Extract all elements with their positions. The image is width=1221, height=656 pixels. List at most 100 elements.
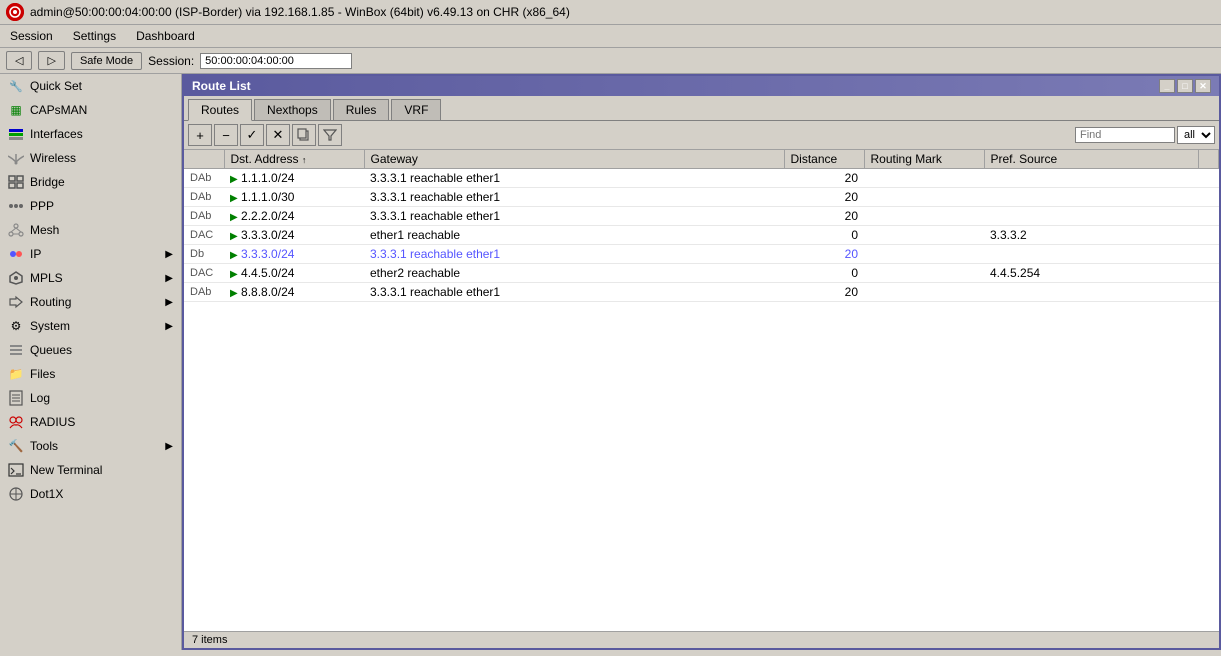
cell-flags: DAb — [184, 283, 224, 302]
cell-distance: 0 — [784, 226, 864, 245]
cell-gateway: 3.3.3.1 reachable ether1 — [364, 207, 784, 226]
add-button[interactable]: + — [188, 124, 212, 146]
bridge-icon — [8, 174, 24, 190]
col-distance[interactable]: Distance — [784, 150, 864, 169]
route-table: Dst. Address ↑ Gateway Distance Routing … — [184, 150, 1219, 631]
cell-routing-mark — [864, 226, 984, 245]
remove-button[interactable]: − — [214, 124, 238, 146]
table-row[interactable]: DAb▶ 1.1.1.0/243.3.3.1 reachable ether12… — [184, 169, 1219, 188]
cell-dst-address: ▶ 3.3.3.0/24 — [224, 226, 364, 245]
cell-dst-address: ▶ 1.1.1.0/30 — [224, 188, 364, 207]
col-routing-mark[interactable]: Routing Mark — [864, 150, 984, 169]
col-pref-source[interactable]: Pref. Source — [984, 150, 1199, 169]
cell-distance: 20 — [784, 169, 864, 188]
menu-dashboard[interactable]: Dashboard — [132, 27, 199, 45]
sidebar-item-interfaces[interactable]: Interfaces — [0, 122, 181, 146]
sidebar-item-radius[interactable]: RADIUS — [0, 410, 181, 434]
window-controls: _ □ ✕ — [1159, 79, 1211, 93]
cell-routing-mark — [864, 169, 984, 188]
sidebar-item-label: Mesh — [30, 223, 59, 237]
cell-flags: DAC — [184, 226, 224, 245]
ip-icon — [8, 246, 24, 262]
title-bar: admin@50:00:00:04:00:00 (ISP-Border) via… — [0, 0, 1221, 25]
cell-flags: DAb — [184, 207, 224, 226]
cell-gateway: 3.3.3.1 reachable ether1 — [364, 245, 784, 264]
routing-icon — [8, 294, 24, 310]
cell-extra — [1199, 207, 1219, 226]
sidebar-item-queues[interactable]: Queues — [0, 338, 181, 362]
col-gateway[interactable]: Gateway — [364, 150, 784, 169]
cell-pref-source: 4.4.5.254 — [984, 264, 1199, 283]
wireless-icon — [8, 150, 24, 166]
table-row[interactable]: DAb▶ 8.8.8.0/243.3.3.1 reachable ether12… — [184, 283, 1219, 302]
sidebar-item-log[interactable]: Log — [0, 386, 181, 410]
enable-button[interactable]: ✓ — [240, 124, 264, 146]
find-select[interactable]: all — [1177, 126, 1215, 144]
sidebar-item-routing[interactable]: Routing ▶ — [0, 290, 181, 314]
cell-routing-mark — [864, 264, 984, 283]
mpls-icon — [8, 270, 24, 286]
sidebar-item-label: Wireless — [30, 151, 76, 165]
sidebar-item-capsman[interactable]: CAPsMAN — [0, 98, 181, 122]
forward-button[interactable]: ▷ — [38, 51, 64, 70]
cell-distance: 20 — [784, 188, 864, 207]
cell-extra — [1199, 245, 1219, 264]
cell-flags: Db — [184, 245, 224, 264]
back-button[interactable]: ◁ — [6, 51, 32, 70]
safe-mode-button[interactable]: Safe Mode — [71, 52, 142, 70]
sidebar-item-new-terminal[interactable]: New Terminal — [0, 458, 181, 482]
col-dst-address[interactable]: Dst. Address ↑ — [224, 150, 364, 169]
table-row[interactable]: DAC▶ 3.3.3.0/24ether1 reachable03.3.3.2 — [184, 226, 1219, 245]
sidebar-item-wireless[interactable]: Wireless — [0, 146, 181, 170]
items-count: 7 items — [192, 634, 227, 646]
inner-toolbar: + − ✓ ✕ all — [184, 121, 1219, 150]
sidebar-item-label: RADIUS — [30, 415, 75, 429]
filter-button[interactable] — [318, 124, 342, 146]
sidebar-item-quick-set[interactable]: Quick Set — [0, 74, 181, 98]
cell-flags: DAb — [184, 169, 224, 188]
main-layout: Quick Set CAPsMAN Interfaces — [0, 74, 1221, 650]
sidebar-item-system[interactable]: ⚙ System ▶ — [0, 314, 181, 338]
close-button[interactable]: ✕ — [1195, 79, 1211, 93]
sidebar-item-mesh[interactable]: Mesh — [0, 218, 181, 242]
col-flags[interactable] — [184, 150, 224, 169]
copy-button[interactable] — [292, 124, 316, 146]
window-title: admin@50:00:00:04:00:00 (ISP-Border) via… — [30, 5, 570, 19]
cell-extra — [1199, 283, 1219, 302]
session-input[interactable] — [200, 53, 352, 69]
menu-session[interactable]: Session — [6, 27, 57, 45]
sidebar-item-dot1x[interactable]: Dot1X — [0, 482, 181, 506]
cell-pref-source: 3.3.3.2 — [984, 226, 1199, 245]
ppp-icon — [8, 198, 24, 214]
restore-button[interactable]: □ — [1177, 79, 1193, 93]
files-icon: 📁 — [8, 366, 24, 382]
cell-distance: 20 — [784, 245, 864, 264]
tab-routes[interactable]: Routes — [188, 99, 252, 121]
table-row[interactable]: DAC▶ 4.4.5.0/24ether2 reachable04.4.5.25… — [184, 264, 1219, 283]
terminal-icon — [8, 462, 24, 478]
table-row[interactable]: DAb▶ 2.2.2.0/243.3.3.1 reachable ether12… — [184, 207, 1219, 226]
wrench-icon — [8, 78, 24, 94]
tab-rules[interactable]: Rules — [333, 99, 390, 120]
table-row[interactable]: Db▶ 3.3.3.0/243.3.3.1 reachable ether120 — [184, 245, 1219, 264]
cell-routing-mark — [864, 188, 984, 207]
sidebar-item-bridge[interactable]: Bridge — [0, 170, 181, 194]
sidebar-item-label: System — [30, 319, 70, 333]
sidebar-item-files[interactable]: 📁 Files — [0, 362, 181, 386]
queues-icon — [8, 342, 24, 358]
tab-vrf[interactable]: VRF — [391, 99, 441, 120]
disable-button[interactable]: ✕ — [266, 124, 290, 146]
cell-gateway: ether2 reachable — [364, 264, 784, 283]
sidebar-item-mpls[interactable]: MPLS ▶ — [0, 266, 181, 290]
table-row[interactable]: DAb▶ 1.1.1.0/303.3.3.1 reachable ether12… — [184, 188, 1219, 207]
cell-gateway: 3.3.3.1 reachable ether1 — [364, 169, 784, 188]
tab-nexthops[interactable]: Nexthops — [254, 99, 331, 120]
find-input[interactable] — [1075, 127, 1175, 143]
sidebar-item-ppp[interactable]: PPP — [0, 194, 181, 218]
radius-icon — [8, 414, 24, 430]
sidebar-item-ip[interactable]: IP ▶ — [0, 242, 181, 266]
menu-settings[interactable]: Settings — [69, 27, 120, 45]
sidebar-item-tools[interactable]: 🔨 Tools ▶ — [0, 434, 181, 458]
routing-arrow: ▶ — [165, 297, 173, 308]
minimize-button[interactable]: _ — [1159, 79, 1175, 93]
